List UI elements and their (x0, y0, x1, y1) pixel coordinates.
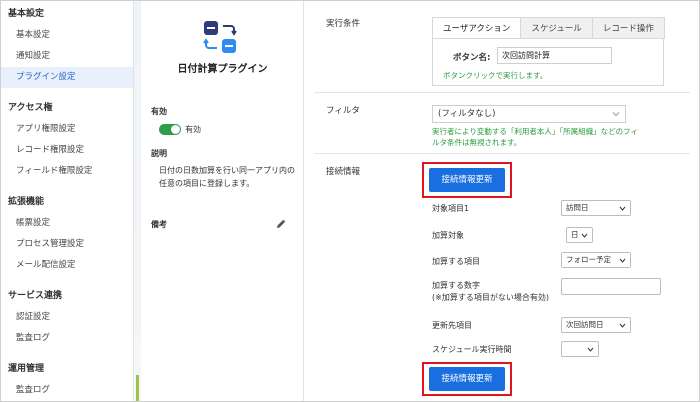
tab-schedule[interactable]: スケジュール (521, 17, 593, 39)
filter-label: フィルタ (326, 106, 360, 116)
sidebar-item-report-settings[interactable]: 帳票設定 (0, 213, 133, 234)
chevron-down-icon (587, 347, 594, 352)
chevron-down-icon (619, 323, 626, 328)
button-hint: ボタンクリックで実行します。 (443, 71, 548, 80)
chevron-down-icon (619, 206, 626, 211)
plugin-name: 日付計算プラグイン (177, 64, 268, 75)
tab-record-operation[interactable]: レコード操作 (592, 17, 665, 39)
chevron-down-icon (612, 112, 620, 117)
sidebar-item-process-management[interactable]: プロセス管理設定 (0, 234, 133, 255)
sidebar-item-auth-settings[interactable]: 認証設定 (0, 307, 133, 328)
sidebar-item-mail-delivery[interactable]: メール配信設定 (0, 255, 133, 276)
sidebar-item-notification-settings[interactable]: 通知設定 (0, 46, 133, 67)
add-field-value: フォロー予定 (566, 255, 611, 264)
update-connection-button-bottom[interactable]: 接続情報更新 (429, 367, 505, 391)
enabled-label: 有効 (151, 107, 167, 116)
sidebar-item-plugin-settings[interactable]: プラグイン設定 (0, 67, 133, 88)
add-unit-value: 日 (571, 230, 579, 239)
sidebar-section-extensions: 拡張機能 (8, 197, 45, 207)
add-unit-label: 加算対象 (432, 231, 464, 240)
sidebar-item-basic-settings[interactable]: 基本設定 (0, 25, 133, 46)
memo-label: 備考 (151, 220, 167, 229)
schedule-time-select[interactable] (561, 341, 599, 357)
calendar-swap-icon (203, 21, 237, 53)
plugin-info-panel: 日付計算プラグイン 有効 有効 説明 日付の日数加算を行い同一アプリ内の任意の項… (141, 0, 304, 402)
add-number-note: (※加算する項目がない場合有効) (432, 293, 549, 302)
target-field-value: 訪問日 (566, 203, 589, 212)
add-field-select[interactable]: フォロー予定 (561, 252, 631, 268)
user-action-panel: ボタン名: 次回訪問計算 ボタンクリックで実行します。 (432, 38, 664, 86)
filter-select[interactable]: (フィルタなし) (432, 105, 626, 123)
dest-field-select[interactable]: 次回訪問日 (561, 317, 631, 333)
sidebar-section-operations: 運用管理 (8, 364, 45, 374)
chevron-down-icon (581, 233, 588, 238)
connection-info-label: 接続情報 (326, 167, 361, 177)
schedule-time-label: スケジュール実行時間 (432, 345, 512, 354)
enabled-toggle[interactable] (159, 124, 181, 135)
update-connection-button-top[interactable]: 接続情報更新 (429, 168, 505, 192)
sidebar-item-audit-log[interactable]: 監査ログ (0, 328, 133, 349)
sidebar-section-access: アクセス権 (8, 103, 53, 113)
button-name-label: ボタン名: (453, 53, 491, 63)
target-field-label: 対象項目1 (432, 204, 470, 213)
sidebar-section-basic: 基本設定 (8, 9, 45, 19)
sidebar-item-field-permissions[interactable]: フィールド権限設定 (0, 161, 133, 182)
settings-sidebar: 基本設定 基本設定 通知設定 プラグイン設定 アクセス権 アプリ権限設定 レコー… (0, 0, 134, 402)
decorative-strip (134, 0, 141, 402)
dest-field-value: 次回訪問日 (566, 320, 604, 329)
sidebar-item-app-permissions[interactable]: アプリ権限設定 (0, 119, 133, 140)
add-unit-select[interactable]: 日 (566, 227, 593, 243)
dest-field-label: 更新先項目 (432, 321, 472, 330)
chevron-down-icon (619, 258, 626, 263)
exec-condition-label: 実行条件 (326, 19, 361, 29)
description-label: 説明 (151, 149, 167, 158)
sidebar-section-integration: サービス連携 (8, 291, 63, 301)
sidebar-item-record-permissions[interactable]: レコード権限設定 (0, 140, 133, 161)
tab-user-action[interactable]: ユーザアクション (432, 17, 522, 39)
pencil-icon[interactable] (276, 219, 286, 229)
filter-select-value: (フィルタなし) (438, 109, 496, 119)
add-number-input[interactable] (561, 278, 661, 295)
button-name-input[interactable]: 次回訪問計算 (497, 47, 612, 64)
add-number-label: 加算する数字 (432, 281, 480, 290)
filter-hint: 実行者により変動する「利用者本人」「所属組織」などのフィルタ条件は無視されます。 (432, 127, 638, 147)
plugin-config-main: 実行条件 ユーザアクション スケジュール レコード操作 ボタン名: 次回訪問計算… (304, 0, 700, 402)
add-field-label: 加算する項目 (432, 257, 480, 266)
sidebar-item-audit-log-2[interactable]: 監査ログ (0, 380, 133, 401)
plugin-description: 日付の日数加算を行い同一アプリ内の任意の項目に登録します。 (159, 166, 295, 188)
target-field-select[interactable]: 訪問日 (561, 200, 631, 216)
exec-condition-tabs: ユーザアクション スケジュール レコード操作 (432, 17, 665, 39)
toggle-state-label: 有効 (185, 125, 201, 134)
